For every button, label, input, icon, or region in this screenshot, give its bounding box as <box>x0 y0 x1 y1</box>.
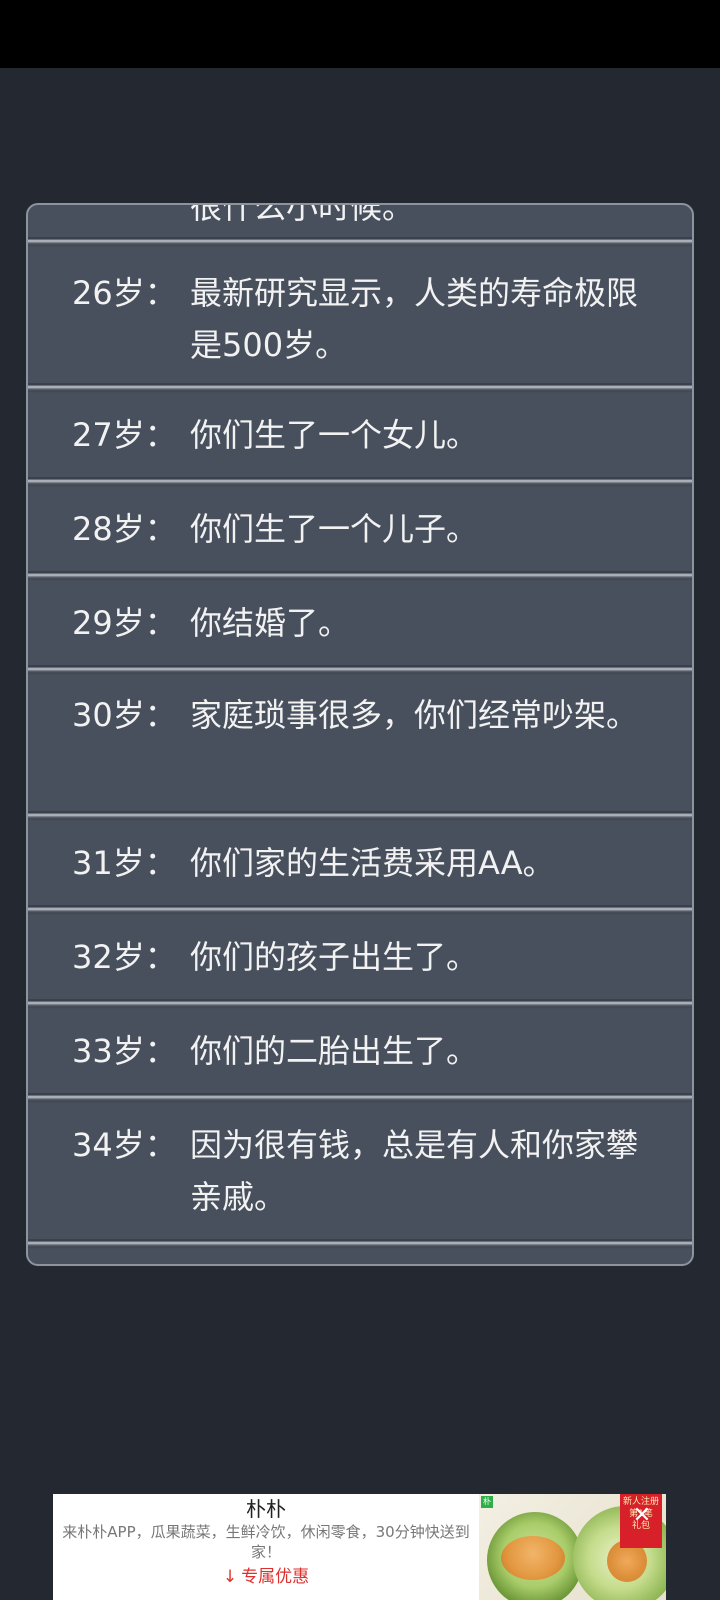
divider <box>28 237 692 247</box>
log-entry: 33岁： 你们的二胎出生了。 <box>28 1009 692 1093</box>
entry-event: 你结婚了。 <box>190 604 351 642</box>
close-icon[interactable]: ✕ <box>628 1502 656 1530</box>
log-entry: 31岁： 你们家的生活费采用AA。 <box>28 821 692 905</box>
entry-age: 28岁： <box>72 510 177 548</box>
entry-age: 27岁： <box>72 416 177 454</box>
log-entry: 30岁： 家庭琐事很多，你们经常吵架。 <box>28 675 692 811</box>
ad-title: 朴朴 <box>246 1497 286 1521</box>
ad-image[interactable]: 朴 新人注册 第1笔 礼包 ✕ <box>479 1494 666 1600</box>
log-entry: 32岁： 你们的孩子出生了。 <box>28 915 692 999</box>
log-entry: 27岁： 你们生了一个女儿。 <box>28 393 692 477</box>
ad-banner[interactable]: 朴朴 来朴朴APP，瓜果蔬菜，生鲜冷饮，休闲零食，30分钟快送到家！ ↓ 专属优… <box>53 1494 666 1600</box>
entry-event: 因为很有钱，总是有人和你家攀亲戚。 <box>190 1126 639 1216</box>
divider <box>28 1239 692 1249</box>
divider <box>28 665 692 675</box>
ad-cta-label: 专属优惠 <box>241 1567 310 1587</box>
divider <box>28 571 692 581</box>
life-log-panel[interactable]: 很什么小时候。 26岁： 最新研究显示，人类的寿命极限是500岁。 27岁： 你… <box>26 203 694 1266</box>
partial-entry-text: 很什么小时候。 <box>190 205 415 226</box>
entry-age: 34岁： <box>72 1126 177 1164</box>
entry-age: 33岁： <box>72 1032 177 1070</box>
ad-text-area[interactable]: 朴朴 来朴朴APP，瓜果蔬菜，生鲜冷饮，休闲零食，30分钟快送到家！ ↓ 专属优… <box>53 1494 479 1600</box>
ad-cta-button[interactable]: ↓ 专属优惠 <box>223 1566 309 1588</box>
entry-event: 最新研究显示，人类的寿命极限是500岁。 <box>190 274 639 364</box>
entry-age: 32岁： <box>72 938 177 976</box>
log-entry: 26岁： 最新研究显示，人类的寿命极限是500岁。 <box>28 247 692 383</box>
entry-event: 你们生了一个儿子。 <box>190 510 479 548</box>
entry-age: 29岁： <box>72 604 177 642</box>
download-icon: ↓ <box>222 1567 238 1587</box>
divider <box>28 999 692 1009</box>
entry-event: 你们的二胎出生了。 <box>190 1032 479 1070</box>
entry-age: 30岁： <box>72 696 177 734</box>
ad-description: 来朴朴APP，瓜果蔬菜，生鲜冷饮，休闲零食，30分钟快送到家！ <box>62 1523 470 1561</box>
status-bar <box>0 0 720 68</box>
entry-event: 你们生了一个女儿。 <box>190 416 479 454</box>
entry-event: 你们家的生活费采用AA。 <box>190 844 555 882</box>
melon-flesh-image <box>501 1536 565 1580</box>
divider <box>28 1093 692 1103</box>
entry-event: 家庭琐事很多，你们经常吵架。 <box>190 696 639 734</box>
log-entry: 28岁： 你们生了一个儿子。 <box>28 487 692 571</box>
log-entry: 34岁： 因为很有钱，总是有人和你家攀亲戚。 <box>28 1103 692 1239</box>
divider <box>28 811 692 821</box>
log-entry: 29岁： 你结婚了。 <box>28 581 692 665</box>
divider <box>28 905 692 915</box>
entry-age: 26岁： <box>72 274 177 312</box>
entry-event: 你们的孩子出生了。 <box>190 938 479 976</box>
ad-badge: 朴 <box>481 1496 493 1508</box>
partial-entry: 很什么小时候。 <box>28 205 692 241</box>
divider <box>28 477 692 487</box>
entry-age: 31岁： <box>72 844 177 882</box>
divider <box>28 383 692 393</box>
